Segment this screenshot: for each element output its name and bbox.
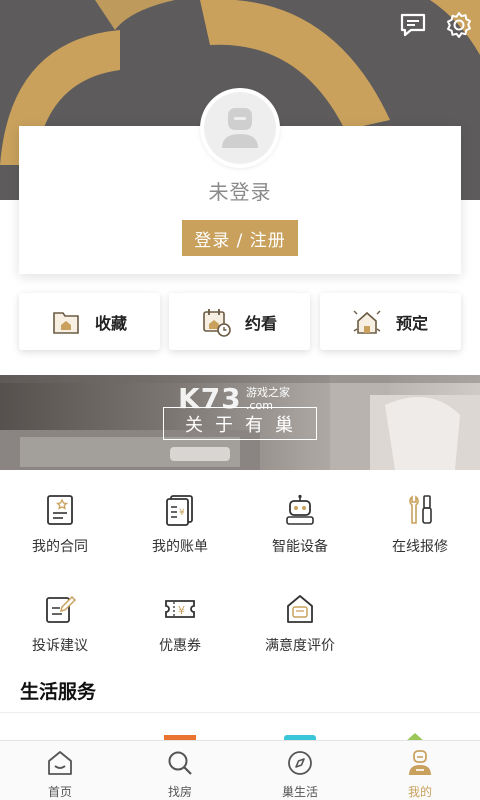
compass-icon xyxy=(288,751,312,775)
bill-icon: ¥ xyxy=(166,495,193,526)
avatar[interactable] xyxy=(200,88,280,168)
svg-text:¥: ¥ xyxy=(179,508,185,518)
service-coupon[interactable]: ¥ 优惠券 xyxy=(120,593,240,663)
service-label: 优惠券 xyxy=(159,638,201,654)
settings-gear-icon[interactable] xyxy=(444,10,474,40)
service-smart-device[interactable]: 智能设备 xyxy=(240,494,360,564)
favorites-button[interactable]: 收藏 xyxy=(19,293,160,350)
favorites-label: 收藏 xyxy=(95,313,128,333)
username-label: 未登录 xyxy=(208,180,272,204)
service-label: 满意度评价 xyxy=(265,638,335,654)
service-satisfaction[interactable]: 满意度评价 xyxy=(240,593,360,663)
coupon-icon: ¥ xyxy=(165,600,195,618)
service-my-contract[interactable]: 我的合同 xyxy=(0,494,120,564)
service-online-repair[interactable]: 在线报修 xyxy=(360,494,480,564)
watermark-sub-line1: 游戏之家 xyxy=(246,386,290,399)
default-avatar-icon xyxy=(222,108,258,148)
service-label: 投诉建议 xyxy=(32,638,88,654)
tab-label: 巢生活 xyxy=(281,785,318,799)
robot-icon xyxy=(286,494,314,525)
service-label: 在线报修 xyxy=(392,539,448,555)
home-icon xyxy=(48,751,72,775)
reserve-icon xyxy=(353,310,381,334)
tab-find-house[interactable]: 找房 xyxy=(120,741,240,800)
tab-label: 首页 xyxy=(47,785,72,799)
message-icon[interactable] xyxy=(398,10,428,40)
about-banner-title[interactable]: 关于有巢 xyxy=(163,407,317,440)
life-services-title: 生活服务 xyxy=(20,681,97,703)
appointment-icon xyxy=(203,308,231,337)
reserve-button[interactable]: 预定 xyxy=(320,293,461,350)
tab-label: 找房 xyxy=(167,785,192,799)
tab-label: 我的 xyxy=(407,785,432,799)
search-icon xyxy=(168,751,192,775)
appointment-label: 约看 xyxy=(245,313,278,333)
tab-home[interactable]: 首页 xyxy=(0,741,120,800)
tab-mine[interactable]: 我的 xyxy=(360,741,480,800)
appointment-button[interactable]: 约看 xyxy=(169,293,310,350)
service-label: 我的合同 xyxy=(32,539,88,555)
tab-nest-life[interactable]: 巢生活 xyxy=(240,741,360,800)
complaint-icon xyxy=(46,595,76,623)
login-register-button[interactable]: 登录 / 注册 xyxy=(182,220,298,256)
reserve-label: 预定 xyxy=(396,313,429,333)
service-label: 智能设备 xyxy=(272,539,328,555)
section-divider xyxy=(0,712,480,713)
repair-tools-icon xyxy=(409,495,432,524)
service-complaint[interactable]: 投诉建议 xyxy=(0,593,120,663)
favorites-icon xyxy=(53,311,79,334)
contract-icon xyxy=(47,495,73,525)
profile-icon xyxy=(409,750,431,775)
service-my-bill[interactable]: ¥ 我的账单 xyxy=(120,494,240,564)
bottom-tab-bar: 首页 找房 巢生活 我的 xyxy=(0,740,480,800)
svg-text:¥: ¥ xyxy=(178,604,185,617)
service-label: 我的账单 xyxy=(152,539,208,555)
rating-icon xyxy=(287,595,313,623)
